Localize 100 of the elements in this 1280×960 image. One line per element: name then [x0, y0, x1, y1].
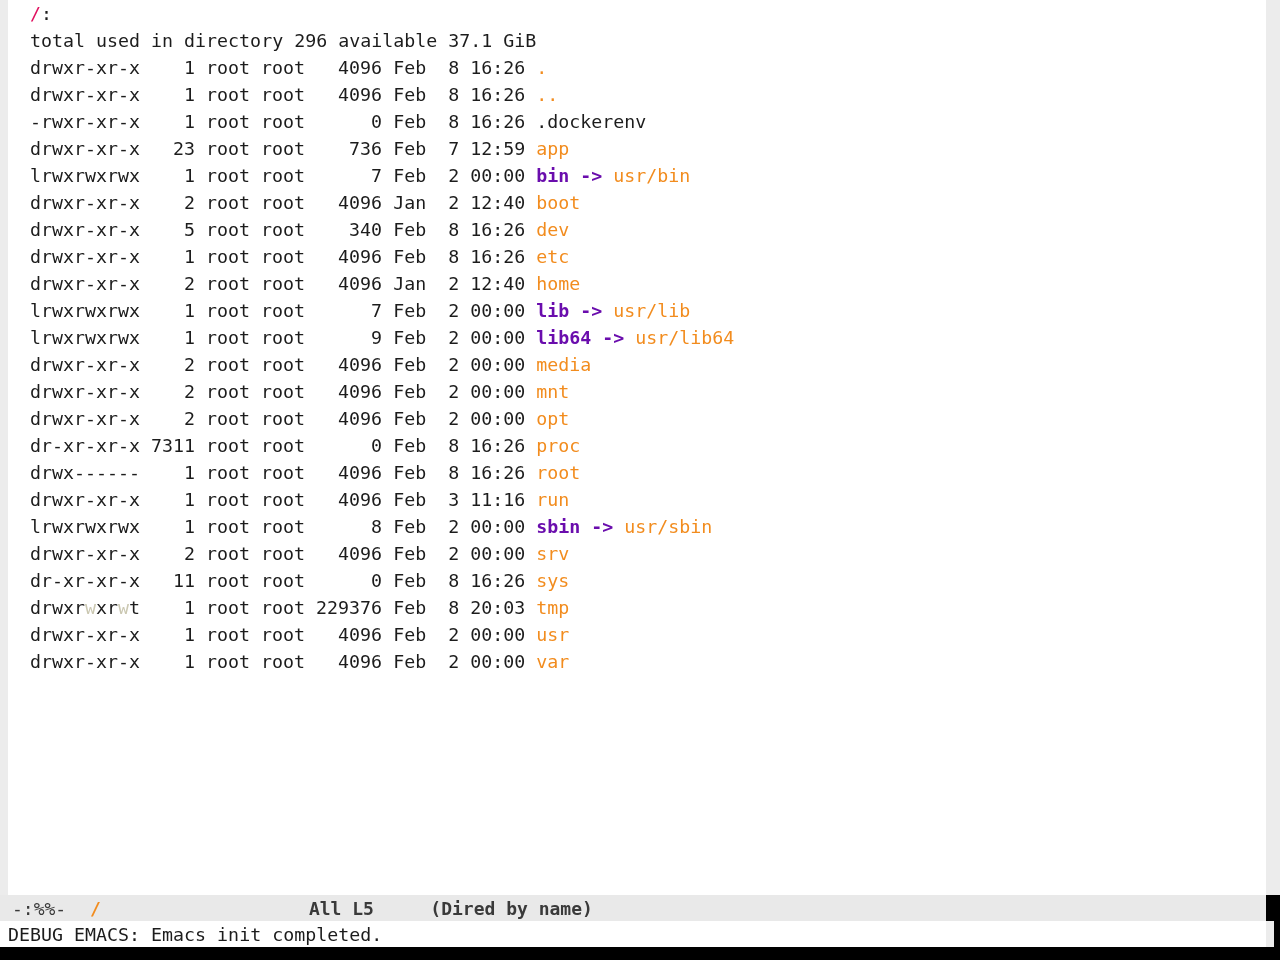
link-count: 1: [184, 461, 196, 485]
group-name: root: [261, 56, 306, 80]
directory-name[interactable]: root: [536, 459, 581, 486]
owner-name: root: [206, 569, 251, 593]
file-size: 340: [349, 218, 383, 242]
group-name: root: [261, 650, 306, 674]
day-text: 2: [448, 407, 460, 431]
time-text: 11:16: [470, 488, 526, 512]
link-count: 1: [184, 110, 196, 134]
file-size: 736: [349, 137, 383, 161]
directory-name[interactable]: etc: [536, 243, 570, 270]
directory-name[interactable]: mnt: [536, 378, 570, 405]
buffer-name: /: [90, 897, 101, 919]
symlink-name[interactable]: lib: [536, 297, 570, 324]
link-count: 1: [184, 488, 196, 512]
day-text: 2: [448, 299, 460, 323]
day-text: 8: [448, 461, 460, 485]
file-size: 9: [371, 326, 383, 350]
group-name: root: [261, 569, 306, 593]
month-text: Feb: [393, 326, 427, 350]
file-size: 0: [371, 110, 383, 134]
owner-name: root: [206, 83, 251, 107]
file-size: 4096: [338, 488, 383, 512]
month-text: Feb: [393, 434, 427, 458]
month-text: Feb: [393, 353, 427, 377]
symlink-target[interactable]: usr/sbin: [624, 513, 713, 540]
directory-name[interactable]: sys: [536, 567, 570, 594]
directory-name[interactable]: run: [536, 486, 570, 513]
group-name: root: [261, 407, 306, 431]
time-text: 20:03: [470, 596, 526, 620]
link-count: 2: [184, 407, 196, 431]
link-count: 1: [184, 164, 196, 188]
file-size: 4096: [338, 542, 383, 566]
symlink-arrow: ->: [591, 515, 614, 539]
symlink-name[interactable]: lib64: [536, 324, 592, 351]
file-size: 4096: [338, 191, 383, 215]
group-name: root: [261, 110, 306, 134]
link-count: 1: [184, 515, 196, 539]
time-text: 12:40: [470, 272, 526, 296]
time-text: 16:26: [470, 569, 526, 593]
link-count: 2: [184, 191, 196, 215]
month-text: Feb: [393, 56, 427, 80]
symlink-target[interactable]: usr/lib64: [635, 324, 735, 351]
directory-name[interactable]: tmp: [536, 594, 570, 621]
permissions-text: drwxr-xr-x: [30, 218, 141, 242]
owner-name: root: [206, 353, 251, 377]
permissions-text: drwxr-xr-x: [30, 56, 141, 80]
day-text: 2: [448, 272, 460, 296]
owner-name: root: [206, 272, 251, 296]
directory-name[interactable]: dev: [536, 216, 570, 243]
directory-name[interactable]: srv: [536, 540, 570, 567]
permissions-text: dr-xr-xr-x: [30, 434, 141, 458]
owner-name: root: [206, 245, 251, 269]
month-text: Feb: [393, 380, 427, 404]
day-text: 8: [448, 434, 460, 458]
day-text: 2: [448, 515, 460, 539]
symlink-target[interactable]: usr/lib: [613, 297, 691, 324]
day-text: 2: [448, 542, 460, 566]
group-name: root: [261, 488, 306, 512]
link-count: 2: [184, 380, 196, 404]
permissions-text: dr-xr-xr-x: [30, 569, 141, 593]
directory-name[interactable]: opt: [536, 405, 570, 432]
directory-name[interactable]: var: [536, 648, 570, 675]
time-text: 16:26: [470, 83, 526, 107]
file-size: 4096: [338, 83, 383, 107]
group-name: root: [261, 218, 306, 242]
permissions-text: lrwxrwxrwx: [30, 515, 141, 539]
time-text: 00:00: [470, 515, 526, 539]
directory-name[interactable]: app: [536, 135, 570, 162]
time-text: 12:59: [470, 137, 526, 161]
owner-name: root: [206, 461, 251, 485]
directory-name[interactable]: .: [536, 54, 548, 81]
directory-name[interactable]: media: [536, 351, 592, 378]
directory-name[interactable]: boot: [536, 189, 581, 216]
echo-message: DEBUG EMACS: Emacs init completed.: [8, 923, 383, 945]
major-mode: (Dired by name): [430, 897, 593, 919]
file-size: 4096: [338, 245, 383, 269]
file-size: 4096: [338, 407, 383, 431]
symlink-name[interactable]: sbin: [536, 513, 581, 540]
file-size: 4096: [338, 272, 383, 296]
owner-name: root: [206, 623, 251, 647]
symlink-target[interactable]: usr/bin: [613, 162, 691, 189]
time-text: 00:00: [470, 623, 526, 647]
symlink-name[interactable]: bin: [536, 162, 570, 189]
directory-name[interactable]: usr: [536, 621, 570, 648]
group-name: root: [261, 245, 306, 269]
link-count: 1: [184, 83, 196, 107]
group-name: root: [261, 137, 306, 161]
scroll-position: All: [308, 897, 342, 919]
day-text: 2: [448, 353, 460, 377]
directory-name[interactable]: ..: [536, 81, 559, 108]
month-text: Feb: [393, 218, 427, 242]
owner-name: root: [206, 191, 251, 215]
file-size: 4096: [338, 623, 383, 647]
permissions-text: drwxr-xr-x: [30, 272, 141, 296]
permissions-text: drwxr-xr-x: [30, 407, 141, 431]
owner-name: root: [206, 326, 251, 350]
directory-name[interactable]: proc: [536, 432, 581, 459]
directory-name[interactable]: home: [536, 270, 581, 297]
file-name[interactable]: .dockerenv: [536, 108, 647, 135]
